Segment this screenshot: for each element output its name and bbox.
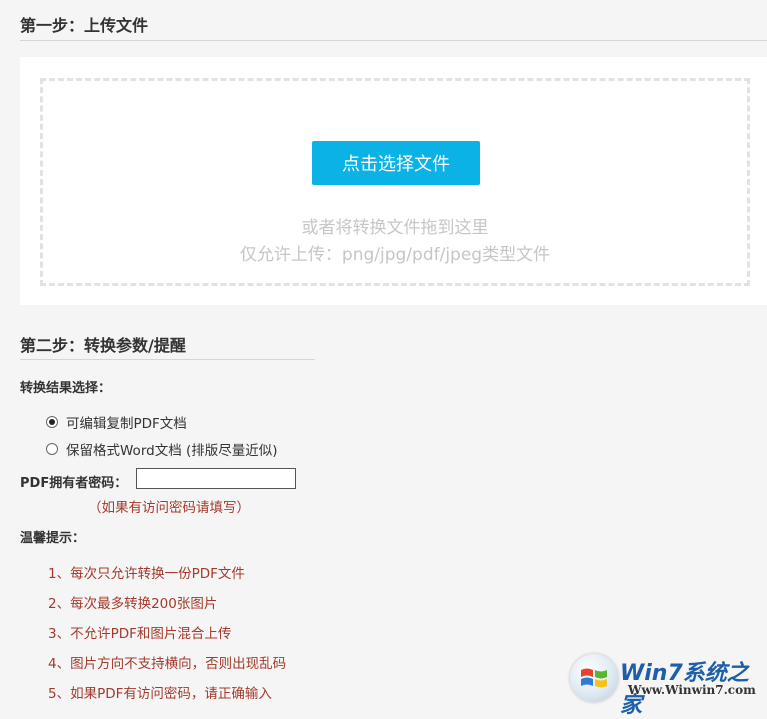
tips-label: 温馨提示： — [20, 531, 86, 546]
windows-flag-icon — [581, 668, 607, 688]
tip-item: 5、如果PDF有访问密码，请正确输入 — [48, 686, 272, 702]
step2-divider — [20, 359, 315, 360]
option-label: 保留格式Word文档 (排版尽量近似) — [66, 443, 278, 459]
tip-item: 3、不允许PDF和图片混合上传 — [48, 626, 232, 642]
radio-unchecked-icon[interactable] — [46, 443, 58, 455]
watermark-url: Www.Winwin7.com — [628, 683, 756, 697]
tip-item: 1、每次只允许转换一份PDF文件 — [48, 566, 245, 582]
allowed-types-text: 仅允许上传：png/jpg/pdf/jpeg类型文件 — [239, 245, 551, 265]
option-editable-pdf[interactable]: 可编辑复制PDF文档 — [46, 412, 187, 432]
option-label: 可编辑复制PDF文档 — [66, 416, 187, 432]
radio-checked-icon[interactable] — [46, 416, 58, 428]
result-option-label: 转换结果选择： — [20, 381, 112, 396]
tip-item: 4、图片方向不支持横向，否则出现乱码 — [48, 656, 287, 672]
windows-logo-icon — [570, 654, 618, 702]
drag-hint-text: 或者将转换文件拖到这里 — [301, 218, 489, 238]
owner-password-input[interactable] — [136, 468, 296, 489]
step1-divider — [20, 40, 767, 41]
choose-file-button[interactable]: 点击选择文件 — [312, 141, 480, 185]
file-dropzone[interactable]: 点击选择文件 或者将转换文件拖到这里 仅允许上传：png/jpg/pdf/jpe… — [40, 78, 750, 286]
password-note: （如果有访问密码请填写） — [88, 500, 250, 516]
upload-panel: 点击选择文件 或者将转换文件拖到这里 仅允许上传：png/jpg/pdf/jpe… — [20, 57, 767, 305]
step2-title: 第二步：转换参数/提醒 — [20, 336, 186, 355]
option-word-doc[interactable]: 保留格式Word文档 (排版尽量近似) — [46, 439, 278, 459]
tip-item: 2、每次最多转换200张图片 — [48, 596, 218, 612]
step1-title: 第一步：上传文件 — [20, 16, 149, 35]
site-watermark: Win7系统之家 Www.Winwin7.com — [570, 652, 767, 718]
password-label: PDF拥有者密码： — [20, 476, 128, 491]
